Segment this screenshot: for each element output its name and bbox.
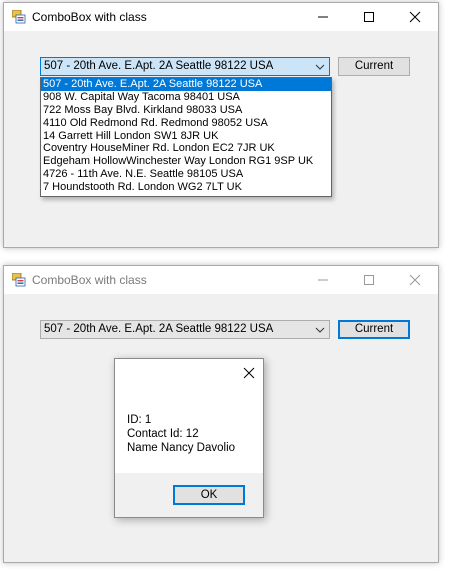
close-button[interactable] — [392, 3, 438, 31]
list-item[interactable]: 722 Moss Bay Blvd. Kirkland 98033 USA — [41, 104, 331, 117]
message-line-name: Name Nancy Davolio — [127, 442, 236, 454]
message-line-contact-id: Contact Id: 12 — [127, 428, 199, 440]
message-text: ID: 1 Contact Id: 12 Name Nancy Davolio — [127, 413, 235, 455]
combo-selected-value: 507 - 20th Ave. E.Apt. 2A Seattle 98122 … — [44, 323, 274, 335]
message-box-body: ID: 1 Contact Id: 12 Name Nancy Davolio — [115, 359, 263, 473]
ok-button[interactable]: OK — [173, 485, 245, 505]
close-icon — [409, 274, 421, 286]
close-button[interactable] — [392, 266, 438, 294]
app-icon — [12, 273, 26, 287]
window-title: ComboBox with class — [32, 273, 147, 287]
address-combobox[interactable]: 507 - 20th Ave. E.Apt. 2A Seattle 98122 … — [40, 57, 330, 76]
message-line-id: ID: 1 — [127, 414, 152, 426]
chevron-down-icon — [315, 64, 325, 70]
close-icon — [409, 11, 421, 23]
minimize-button[interactable] — [300, 3, 346, 31]
list-item[interactable]: 908 W. Capital Way Tacoma 98401 USA — [41, 91, 331, 104]
combo-dropdown-list[interactable]: 507 - 20th Ave. E.Apt. 2A Seattle 98122 … — [40, 77, 332, 197]
list-item[interactable]: 7 Houndstooth Rd. London WG2 7LT UK — [41, 181, 331, 194]
title-bar: ComboBox with class — [4, 3, 438, 31]
list-item[interactable]: Edgeham HollowWinchester Way London RG1 … — [41, 155, 331, 168]
maximize-icon — [364, 275, 374, 285]
minimize-icon — [318, 16, 328, 18]
message-box: ID: 1 Contact Id: 12 Name Nancy Davolio … — [114, 358, 264, 518]
list-item[interactable]: 14 Garrett Hill London SW1 8JR UK — [41, 130, 331, 143]
window-with-messagebox: ComboBox with class 507 - 20th Ave. E.Ap… — [3, 265, 439, 563]
minimize-icon — [318, 279, 328, 281]
current-button[interactable]: Current — [338, 57, 410, 76]
minimize-button[interactable] — [300, 266, 346, 294]
list-item[interactable]: 507 - 20th Ave. E.Apt. 2A Seattle 98122 … — [41, 78, 331, 91]
chevron-down-icon — [315, 327, 325, 333]
maximize-button[interactable] — [346, 3, 392, 31]
list-item[interactable]: 4110 Old Redmond Rd. Redmond 98052 USA — [41, 117, 331, 130]
combo-selected-value: 507 - 20th Ave. E.Apt. 2A Seattle 98122 … — [44, 60, 274, 72]
list-item[interactable]: 4726 - 11th Ave. N.E. Seattle 98105 USA — [41, 168, 331, 181]
maximize-icon — [364, 12, 374, 22]
app-icon — [12, 10, 26, 24]
address-combobox[interactable]: 507 - 20th Ave. E.Apt. 2A Seattle 98122 … — [40, 320, 330, 339]
list-item[interactable]: Coventry HouseMiner Rd. London EC2 7JR U… — [41, 142, 331, 155]
current-button[interactable]: Current — [338, 320, 410, 339]
title-bar: ComboBox with class — [4, 266, 438, 294]
maximize-button[interactable] — [346, 266, 392, 294]
window-title: ComboBox with class — [32, 10, 147, 24]
window-combobox-open: ComboBox with class 507 - 20th Ave. E.Ap… — [3, 2, 439, 248]
close-icon[interactable] — [243, 367, 255, 379]
